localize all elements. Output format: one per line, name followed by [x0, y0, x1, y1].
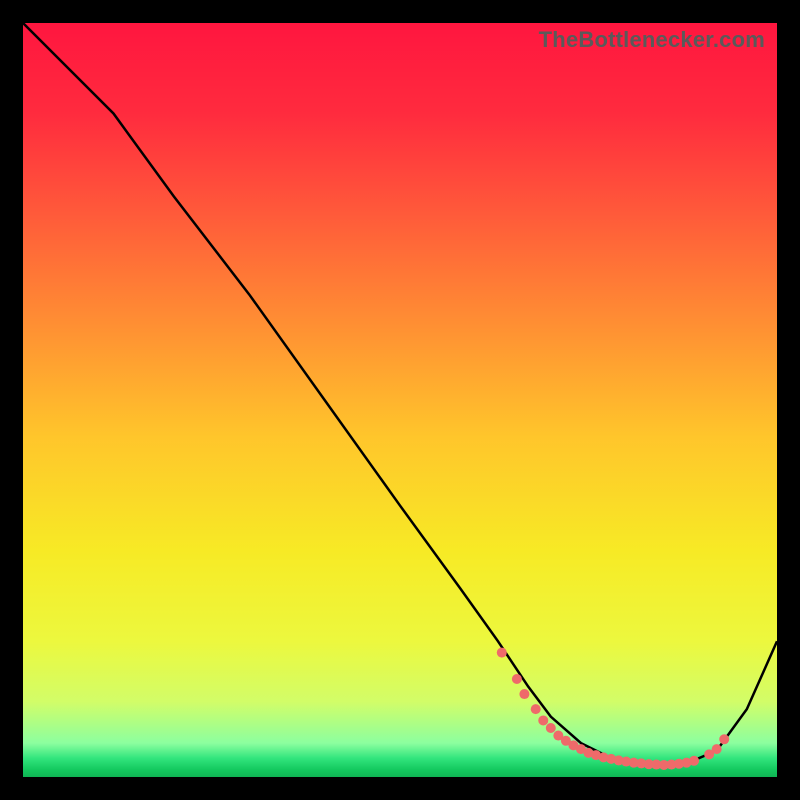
- gradient-background: [23, 23, 777, 777]
- marker-dot: [546, 723, 556, 733]
- chart-frame: TheBottlenecker.com: [23, 23, 777, 777]
- marker-dot: [719, 734, 729, 744]
- marker-dot: [538, 715, 548, 725]
- bottleneck-chart: [23, 23, 777, 777]
- marker-dot: [712, 744, 722, 754]
- watermark-text: TheBottlenecker.com: [539, 27, 765, 53]
- marker-dot: [512, 674, 522, 684]
- marker-dot: [531, 704, 541, 714]
- marker-dot: [689, 756, 699, 766]
- marker-dot: [497, 648, 507, 658]
- marker-dot: [519, 689, 529, 699]
